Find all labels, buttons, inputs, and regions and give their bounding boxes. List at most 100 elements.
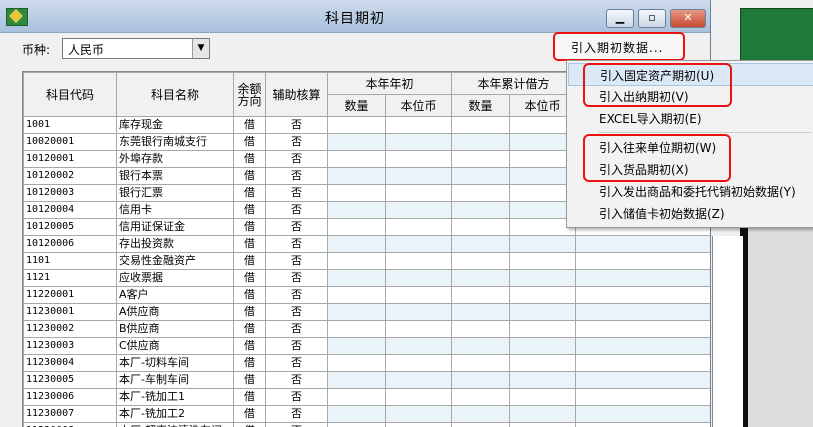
cell-amount[interactable] — [575, 303, 710, 321]
cell-aux-accounting[interactable]: 否 — [265, 218, 328, 236]
cell-amount[interactable] — [509, 337, 577, 355]
cell-amount[interactable] — [509, 320, 577, 338]
cell-amount[interactable] — [327, 235, 386, 253]
cell-account-code[interactable]: 10120002 — [23, 167, 117, 185]
cell-amount[interactable] — [327, 422, 386, 427]
cell-amount[interactable] — [384, 422, 453, 427]
cell-amount[interactable] — [451, 371, 511, 389]
table-row[interactable]: 11220001 A客户借否 — [23, 286, 710, 304]
cell-account-name[interactable]: 本厂-切料车间 — [116, 354, 234, 372]
maximize-button[interactable]: ▫ — [638, 9, 666, 28]
cell-amount[interactable] — [384, 303, 453, 321]
cell-account-code[interactable]: 10120005 — [23, 218, 117, 236]
table-row[interactable]: 10120006 存出投资款借否 — [23, 235, 710, 253]
cell-amount[interactable] — [509, 235, 577, 253]
cell-amount[interactable] — [384, 116, 453, 134]
table-row[interactable]: 11230002 B供应商借否 — [23, 320, 710, 338]
cell-aux-accounting[interactable]: 否 — [265, 167, 328, 185]
cell-aux-accounting[interactable]: 否 — [265, 184, 328, 202]
cell-amount[interactable] — [327, 320, 386, 338]
cell-balance-direction[interactable]: 借 — [233, 116, 266, 134]
cell-amount[interactable] — [327, 371, 386, 389]
cell-account-name[interactable]: 信用证保证金 — [116, 218, 234, 236]
cell-amount[interactable] — [384, 269, 453, 287]
cell-balance-direction[interactable]: 借 — [233, 422, 266, 427]
cell-account-name[interactable]: 本厂-车制车间 — [116, 371, 234, 389]
cell-balance-direction[interactable]: 借 — [233, 133, 266, 151]
cell-amount[interactable] — [451, 218, 511, 236]
cell-account-code[interactable]: 11230006 — [23, 388, 117, 406]
cell-account-code[interactable]: 1121 — [23, 269, 117, 287]
col-header-ytd-debit[interactable]: 本年累计借方 — [451, 72, 577, 95]
cell-amount[interactable] — [509, 388, 577, 406]
cell-amount[interactable] — [451, 422, 511, 427]
cell-account-code[interactable]: 11230001 — [23, 303, 117, 321]
cell-amount[interactable] — [575, 422, 710, 427]
cell-account-code[interactable]: 11230007 — [23, 405, 117, 423]
cell-balance-direction[interactable]: 借 — [233, 150, 266, 168]
cell-amount[interactable] — [451, 320, 511, 338]
cell-account-code[interactable]: 10120001 — [23, 150, 117, 168]
table-row[interactable]: 1101 交易性金融资产借否 — [23, 252, 710, 270]
cell-account-name[interactable]: 银行汇票 — [116, 184, 234, 202]
cell-amount[interactable] — [451, 388, 511, 406]
cell-amount[interactable] — [384, 405, 453, 423]
cell-amount[interactable] — [327, 201, 386, 219]
cell-amount[interactable] — [327, 167, 386, 185]
cell-amount[interactable] — [384, 388, 453, 406]
cell-aux-accounting[interactable]: 否 — [265, 116, 328, 134]
cell-amount[interactable] — [327, 269, 386, 287]
dropdown-arrow-icon[interactable]: ▼ — [192, 39, 209, 58]
cell-amount[interactable] — [451, 116, 511, 134]
cell-amount[interactable] — [451, 252, 511, 270]
cell-amount[interactable] — [384, 354, 453, 372]
cell-amount[interactable] — [451, 150, 511, 168]
cell-amount[interactable] — [327, 337, 386, 355]
cell-aux-accounting[interactable]: 否 — [265, 303, 328, 321]
cell-account-code[interactable]: 11230003 — [23, 337, 117, 355]
cell-account-name[interactable]: 本厂-铣加工2 — [116, 405, 234, 423]
cell-balance-direction[interactable]: 借 — [233, 184, 266, 202]
cell-aux-accounting[interactable]: 否 — [265, 150, 328, 168]
cell-amount[interactable] — [384, 167, 453, 185]
cell-balance-direction[interactable]: 借 — [233, 354, 266, 372]
cell-aux-accounting[interactable]: 否 — [265, 320, 328, 338]
col-header-base[interactable]: 本位币 — [384, 94, 453, 117]
cell-amount[interactable] — [327, 354, 386, 372]
cell-account-name[interactable]: 本厂-铣加工1 — [116, 388, 234, 406]
cell-amount[interactable] — [509, 422, 577, 427]
cell-amount[interactable] — [575, 337, 710, 355]
cell-aux-accounting[interactable]: 否 — [265, 354, 328, 372]
cell-amount[interactable] — [575, 405, 710, 423]
cell-account-code[interactable]: 11220001 — [23, 286, 117, 304]
cell-account-name[interactable]: A供应商 — [116, 303, 234, 321]
cell-aux-accounting[interactable]: 否 — [265, 422, 328, 427]
cell-amount[interactable] — [509, 252, 577, 270]
cell-aux-accounting[interactable]: 否 — [265, 133, 328, 151]
close-button[interactable]: ✕ — [670, 9, 706, 28]
col-header-direction[interactable]: 余额 方向 — [233, 72, 266, 117]
menu-item-excel-import[interactable]: EXCEL导入期初(E) — [568, 107, 813, 128]
cell-amount[interactable] — [575, 320, 710, 338]
cell-amount[interactable] — [327, 150, 386, 168]
cell-balance-direction[interactable]: 借 — [233, 218, 266, 236]
cell-aux-accounting[interactable]: 否 — [265, 269, 328, 287]
col-header-qty[interactable]: 数量 — [327, 94, 386, 117]
cell-balance-direction[interactable]: 借 — [233, 303, 266, 321]
cell-amount[interactable] — [327, 116, 386, 134]
cell-account-code[interactable]: 11230005 — [23, 371, 117, 389]
cell-aux-accounting[interactable]: 否 — [265, 286, 328, 304]
cell-balance-direction[interactable]: 借 — [233, 252, 266, 270]
cell-amount[interactable] — [384, 133, 453, 151]
menu-item-consignment[interactable]: 引入发出商品和委托代销初始数据(Y) — [568, 180, 813, 201]
cell-aux-accounting[interactable]: 否 — [265, 371, 328, 389]
cell-aux-accounting[interactable]: 否 — [265, 201, 328, 219]
col-header-code[interactable]: 科目代码 — [23, 72, 117, 117]
title-bar[interactable]: 科目期初 ▁ ▫ ✕ — [0, 0, 710, 33]
cell-account-code[interactable]: 1101 — [23, 252, 117, 270]
cell-account-code[interactable]: 11230008 — [23, 422, 117, 427]
cell-amount[interactable] — [327, 252, 386, 270]
cell-amount[interactable] — [451, 184, 511, 202]
cell-account-name[interactable]: 本厂-超声波清洗车间 — [116, 422, 234, 427]
table-row[interactable]: 11230008本厂-超声波清洗车间借否 — [23, 422, 710, 427]
